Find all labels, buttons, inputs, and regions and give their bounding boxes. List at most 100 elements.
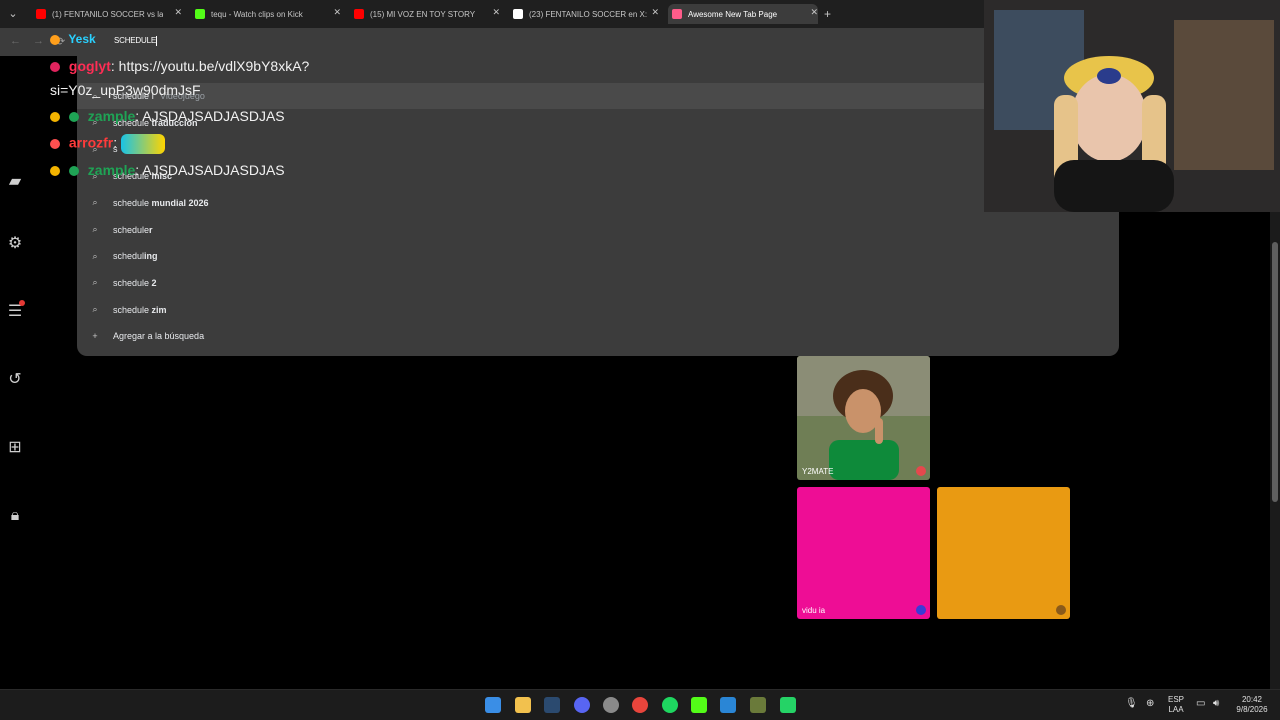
- sidebar: ▰ ⚙ ☰ ↺ ⊞ 🔒︎: [0, 160, 30, 560]
- tab-favicon-icon: [354, 9, 364, 19]
- search-icon: ⌕: [92, 224, 98, 234]
- emote-icon: [121, 134, 166, 154]
- tile-thumbnail: [797, 356, 930, 480]
- tab-strip: ⌄ (1) FENTANILO SOCCER vs la ✕ tequ - Watc…: [0, 0, 984, 28]
- app-icon[interactable]: [603, 697, 619, 713]
- kick-icon[interactable]: [691, 697, 707, 713]
- tab-title: (23) FENTANILO SOCCER en X:: [529, 9, 648, 19]
- close-icon[interactable]: ✕: [492, 7, 500, 18]
- tab[interactable]: tequ - Watch clips on Kick ✕: [191, 4, 341, 24]
- tab-favicon-icon: [513, 9, 523, 19]
- search-icon: ⌕: [92, 197, 98, 208]
- suggestion-completion: zim: [151, 304, 167, 315]
- language-indicator[interactable]: ESP LAA: [1168, 695, 1184, 715]
- user-badge-icon: [50, 112, 60, 123]
- webcam-overlay: [984, 0, 1280, 212]
- tab-title: Awesome New Tab Page: [688, 9, 778, 19]
- plus-icon: +: [92, 331, 98, 341]
- close-icon[interactable]: ✕: [174, 7, 182, 18]
- suggestion-completion: mundial 2026: [151, 197, 209, 208]
- tab-title: tequ - Watch clips on Kick: [211, 9, 303, 19]
- tile-label: vidu ia: [802, 606, 826, 615]
- add-icon[interactable]: ⊞: [5, 438, 25, 458]
- page-scrollbar[interactable]: [1270, 212, 1280, 689]
- clock-date: 9/8/2026: [1236, 705, 1268, 714]
- chat-message-continuation: si=Y0z_upP3w90dmJsF: [50, 82, 201, 98]
- discord-icon[interactable]: [574, 697, 590, 713]
- sub-badge-icon: [68, 166, 79, 177]
- suggestion-item[interactable]: ⌕ s: [77, 136, 1119, 162]
- user-badge-icon: [50, 166, 60, 177]
- shortcut-tile-y2mate[interactable]: Y2MATE: [797, 356, 930, 480]
- chat-text: :: [113, 134, 118, 151]
- suggestion-completion: r: [149, 224, 153, 235]
- region-label: LAA: [1168, 705, 1184, 714]
- user-badge-icon: [50, 62, 60, 73]
- history-icon[interactable]: ↺: [5, 370, 25, 390]
- forward-icon[interactable]: →: [33, 35, 44, 47]
- close-icon[interactable]: ✕: [651, 7, 659, 18]
- back-icon[interactable]: ←: [10, 35, 21, 47]
- whatsapp-icon[interactable]: [780, 697, 796, 713]
- tile-badge-icon: [916, 466, 926, 476]
- mic-icon[interactable]: 🎙︎: [1125, 699, 1138, 709]
- omnibox-suggestions: ⌕ schedule I Videojuego ⌕ schedule traduccio…: [77, 56, 1119, 356]
- ccleaner-icon[interactable]: [720, 697, 736, 713]
- taskbar: 🎙︎ ⊕ ESP LAA ▭ 🔊︎ 20:42 9/8/2026: [0, 689, 1280, 720]
- close-icon[interactable]: ✕: [810, 7, 818, 18]
- file-explorer-icon[interactable]: [515, 697, 531, 713]
- steam-icon[interactable]: [544, 697, 560, 713]
- add-to-search-label: Agregar a la búsqueda: [113, 331, 205, 341]
- lock-icon[interactable]: 🔒︎: [5, 506, 25, 526]
- tickets-icon[interactable]: ▰: [5, 172, 25, 192]
- minecraft-icon[interactable]: [750, 697, 766, 713]
- chat-text: si=Y0z_upP3w90dmJsF: [50, 82, 201, 98]
- suggestion-completion: 2: [151, 277, 157, 288]
- volume-icon[interactable]: 🔊︎: [1213, 699, 1219, 709]
- suggestion-item[interactable]: ⌕ schedule I Videojuego: [77, 83, 1119, 109]
- text-caret: [155, 36, 157, 46]
- omnibox-input[interactable]: SCHEDULE: [114, 36, 157, 46]
- clock[interactable]: 20:42 9/8/2026: [1232, 695, 1272, 715]
- network-icon[interactable]: ⊕: [1146, 699, 1154, 709]
- suggestion-text: schedule: [113, 304, 152, 315]
- suggestion-text: schedule: [113, 277, 152, 288]
- scroll-thumb[interactable]: [1272, 242, 1278, 502]
- chat-message: zample: AJSDAJSADJASDJAS: [50, 162, 285, 178]
- tab[interactable]: Awesome New Tab Page ✕: [668, 4, 818, 24]
- suggestion-item[interactable]: ⌕ schedul ing: [77, 243, 1119, 269]
- suggestion-completion: ing: [144, 251, 158, 262]
- shortcut-tile-orange[interactable]: [937, 487, 1070, 619]
- start-icon[interactable]: [485, 697, 501, 713]
- gear-icon[interactable]: ⚙: [5, 234, 25, 254]
- chat-stream-label: Yesk: [68, 32, 96, 46]
- clock-time: 20:42: [1241, 695, 1263, 704]
- chrome-icon[interactable]: [632, 697, 648, 713]
- notification-dot: [19, 300, 25, 306]
- suggestion-item[interactable]: ⌕ schedule mundial 2026: [77, 190, 1119, 216]
- shortcut-tile-vidu[interactable]: vidu ia: [797, 487, 930, 619]
- new-tab-icon[interactable]: +: [824, 7, 831, 21]
- close-icon[interactable]: ✕: [333, 7, 341, 18]
- search-icon: ⌕: [92, 250, 98, 261]
- tab[interactable]: (23) FENTANILO SOCCER en X: ✕: [509, 4, 659, 24]
- chat-text: : AJSDAJSADJASDJAS: [135, 162, 285, 178]
- suggestion-item[interactable]: ⌕ schedule zim: [77, 297, 1119, 323]
- spotify-icon[interactable]: [662, 697, 678, 713]
- tab-favicon-icon: [672, 9, 682, 19]
- search-icon: ⌕: [92, 304, 98, 315]
- tile-badge-icon: [1056, 605, 1066, 615]
- suggestion-item[interactable]: ⌕ schedule 2: [77, 270, 1119, 296]
- add-to-search-item[interactable]: + Agregar a la búsqueda: [77, 323, 1119, 349]
- chat-text: : https://youtu.be/vdlX9bY8xkA?: [110, 58, 310, 74]
- chat-username: zample: [87, 108, 136, 124]
- suggestion-item[interactable]: ⌕ schedule r: [77, 217, 1119, 243]
- tab[interactable]: (15) MI VOZ EN TOY STORY ✕: [350, 4, 500, 24]
- tab-title: (15) MI VOZ EN TOY STORY: [370, 9, 476, 19]
- search-icon: ⌕: [92, 277, 98, 288]
- display-icon[interactable]: ▭: [1196, 699, 1205, 709]
- tab-search-icon[interactable]: ⌄: [5, 6, 21, 22]
- tab[interactable]: (1) FENTANILO SOCCER vs la ✕: [32, 4, 182, 24]
- chat-username: zample: [87, 162, 136, 178]
- chat-message: arrozfr:: [50, 134, 170, 154]
